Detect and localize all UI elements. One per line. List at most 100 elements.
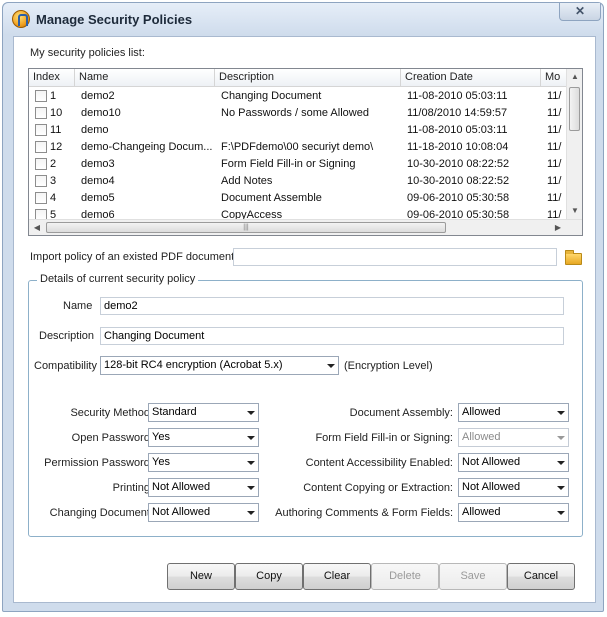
- row-created: 10-30-2010 08:22:52: [407, 158, 510, 170]
- clear-button[interactable]: Clear: [303, 563, 371, 590]
- row-created: 11-08-2010 05:03:11: [407, 90, 508, 102]
- chevron-down-icon: [557, 486, 565, 490]
- table-row[interactable]: 5 demo6 CopyAccess 09-06-2010 05:30:58 1…: [29, 207, 582, 219]
- authoring-comments-value: Allowed: [462, 506, 501, 518]
- row-checkbox[interactable]: [35, 209, 47, 219]
- table-row[interactable]: 3 demo4 Add Notes 10-30-2010 08:22:52 11…: [29, 173, 582, 190]
- row-checkbox[interactable]: [35, 158, 47, 170]
- chevron-down-icon: [557, 411, 565, 415]
- vertical-scroll-thumb[interactable]: [569, 87, 580, 131]
- chevron-down-icon: [247, 411, 255, 415]
- authoring-comments-select[interactable]: Allowed: [458, 503, 569, 522]
- row-description: Document Assemble: [221, 192, 322, 204]
- compatibility-value: 128-bit RC4 encryption (Acrobat 5.x): [104, 359, 283, 371]
- content-copying-value: Not Allowed: [462, 481, 521, 493]
- content-accessibility-value: Not Allowed: [462, 456, 521, 468]
- policies-list-caption: My security policies list:: [30, 47, 145, 59]
- row-created: 10-30-2010 08:22:52: [407, 175, 510, 187]
- description-label: Description: [39, 330, 95, 342]
- table-row[interactable]: 2 demo3 Form Field Fill-in or Signing 10…: [29, 156, 582, 173]
- document-assembly-select[interactable]: Allowed: [458, 403, 569, 422]
- list-vertical-scrollbar[interactable]: ▲ ▼: [566, 69, 582, 219]
- table-row[interactable]: 4 demo5 Document Assemble 09-06-2010 05:…: [29, 190, 582, 207]
- delete-button[interactable]: Delete: [371, 563, 439, 590]
- row-modified: 11/: [547, 175, 562, 187]
- cancel-button[interactable]: Cancel: [507, 563, 575, 590]
- changing-document-value: Not Allowed: [152, 506, 211, 518]
- chevron-down-icon: [557, 461, 565, 465]
- table-row[interactable]: 10 demo10 No Passwords / some Allowed 11…: [29, 105, 582, 122]
- row-name: demo3: [81, 158, 115, 170]
- policy-name-field[interactable]: demo2: [100, 297, 564, 315]
- row-description: No Passwords / some Allowed: [221, 107, 369, 119]
- column-header-creation-date[interactable]: Creation Date: [401, 69, 541, 87]
- scroll-right-arrow-icon[interactable]: ▶: [550, 220, 566, 235]
- row-checkbox[interactable]: [35, 141, 47, 153]
- table-row[interactable]: 11 demo 11-08-2010 05:03:11 11/: [29, 122, 582, 139]
- import-path-field[interactable]: [233, 248, 557, 266]
- row-index: 4: [50, 192, 57, 204]
- content-accessibility-select[interactable]: Not Allowed: [458, 453, 569, 472]
- form-field-fill-select[interactable]: Allowed: [458, 428, 569, 447]
- document-assembly-value: Allowed: [462, 406, 501, 418]
- row-description: Form Field Fill-in or Signing: [221, 158, 356, 170]
- row-created: 11-08-2010 05:03:11: [407, 124, 508, 136]
- open-password-label: Open Password:: [71, 432, 153, 444]
- row-index: 12: [50, 141, 63, 153]
- authoring-comments-label: Authoring Comments & Form Fields:: [275, 507, 453, 519]
- row-created: 11/08/2010 14:59:57: [407, 107, 508, 119]
- column-header-index[interactable]: Index: [29, 69, 75, 87]
- row-created: 11-18-2010 10:08:04: [407, 141, 509, 153]
- list-horizontal-scrollbar[interactable]: ◀ ||| ▶: [29, 219, 582, 235]
- row-name: demo4: [81, 175, 115, 187]
- permission-password-select[interactable]: Yes: [148, 453, 259, 472]
- row-checkbox[interactable]: [35, 124, 47, 136]
- scroll-up-arrow-icon[interactable]: ▲: [567, 69, 582, 85]
- scroll-left-arrow-icon[interactable]: ◀: [29, 220, 45, 235]
- list-header: Index Name Description Creation Date Mo: [29, 69, 582, 87]
- policy-description-field[interactable]: Changing Document: [100, 327, 564, 345]
- row-checkbox[interactable]: [35, 90, 47, 102]
- row-description: [221, 122, 399, 139]
- chevron-down-icon: [557, 511, 565, 515]
- row-modified: 11/: [547, 107, 562, 119]
- row-modified: 11/: [547, 124, 562, 136]
- row-checkbox[interactable]: [35, 192, 47, 204]
- horizontal-scroll-thumb[interactable]: |||: [46, 222, 446, 233]
- encryption-level-hint: (Encryption Level): [344, 360, 433, 372]
- table-row[interactable]: 1 demo2 Changing Document 11-08-2010 05:…: [29, 88, 582, 105]
- document-assembly-label: Document Assembly:: [349, 407, 453, 419]
- open-password-select[interactable]: Yes: [148, 428, 259, 447]
- table-row[interactable]: 12 demo-Changeing Docum... F:\PDFdemo\00…: [29, 139, 582, 156]
- row-index: 3: [50, 175, 57, 187]
- compatibility-select[interactable]: 128-bit RC4 encryption (Acrobat 5.x): [100, 356, 339, 375]
- row-checkbox[interactable]: [35, 107, 47, 119]
- column-header-name[interactable]: Name: [75, 69, 215, 87]
- save-button[interactable]: Save: [439, 563, 507, 590]
- changing-document-select[interactable]: Not Allowed: [148, 503, 259, 522]
- printing-select[interactable]: Not Allowed: [148, 478, 259, 497]
- row-checkbox[interactable]: [35, 175, 47, 187]
- row-name: demo2: [81, 90, 115, 102]
- folder-icon[interactable]: [565, 250, 582, 265]
- row-index: 2: [50, 158, 57, 170]
- open-password-value: Yes: [152, 431, 170, 443]
- scroll-down-arrow-icon[interactable]: ▼: [567, 203, 582, 219]
- manage-security-policies-window: Manage Security Policies ✕ My security p…: [2, 2, 604, 612]
- row-name: demo10: [81, 107, 121, 119]
- row-index: 11: [50, 124, 62, 136]
- chevron-down-icon: [247, 511, 255, 515]
- window-title: Manage Security Policies: [36, 12, 193, 27]
- close-button[interactable]: ✕: [559, 3, 601, 21]
- new-button[interactable]: New: [167, 563, 235, 590]
- policies-list[interactable]: Index Name Description Creation Date Mo …: [28, 68, 583, 236]
- column-header-description[interactable]: Description: [215, 69, 401, 87]
- row-created: 09-06-2010 05:30:58: [407, 209, 510, 219]
- content-copying-select[interactable]: Not Allowed: [458, 478, 569, 497]
- row-index: 10: [50, 107, 63, 119]
- row-name: demo5: [81, 192, 115, 204]
- chevron-down-icon: [247, 486, 255, 490]
- security-method-select[interactable]: Standard: [148, 403, 259, 422]
- copy-button[interactable]: Copy: [235, 563, 303, 590]
- row-created: 09-06-2010 05:30:58: [407, 192, 510, 204]
